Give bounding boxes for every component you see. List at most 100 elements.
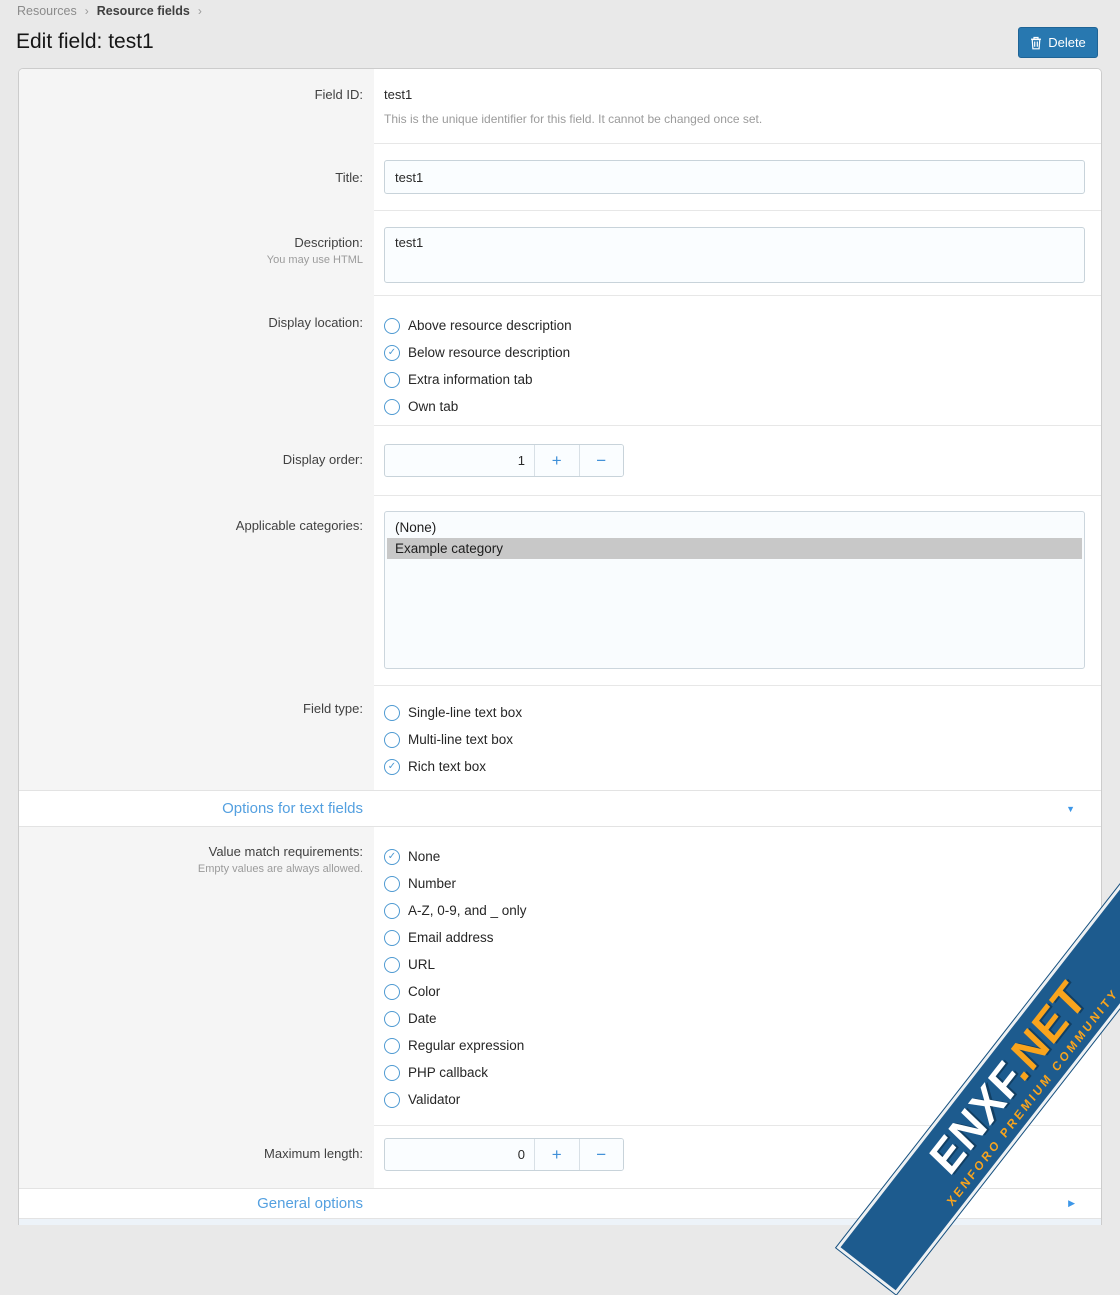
display-location-row: Display location: Above resource descrip… <box>19 296 1101 426</box>
radio-option[interactable]: Own tab <box>384 393 1085 420</box>
radio-label: None <box>408 849 440 864</box>
minus-icon: − <box>596 451 606 470</box>
radio-option[interactable]: Extra information tab <box>384 366 1085 393</box>
maximum-length-decrement-button[interactable]: − <box>579 1139 624 1170</box>
maximum-length-stepper: + − <box>384 1138 624 1171</box>
maximum-length-increment-button[interactable]: + <box>534 1139 579 1170</box>
display-location-label: Display location: <box>19 315 363 330</box>
display-order-stepper: + − <box>384 444 624 477</box>
radio-option[interactable]: Date <box>384 1005 1085 1032</box>
radio-icon <box>384 903 400 919</box>
display-order-label: Display order: <box>19 452 363 467</box>
maximum-length-label-cell: Maximum length: <box>19 1126 374 1188</box>
value-match-options: ✓ None Number A-Z, 0-9, and _ only Email add… <box>384 843 1085 1113</box>
radio-label: Single-line text box <box>408 705 522 720</box>
radio-option[interactable]: ✓Rich text box <box>384 753 1085 780</box>
select-option[interactable]: Example category <box>387 538 1082 559</box>
radio-icon <box>384 1065 400 1081</box>
field-id-hint: This is the unique identifier for this f… <box>384 112 1085 126</box>
description-textarea[interactable]: test1 <box>384 227 1085 283</box>
title-row: Title: <box>19 144 1101 211</box>
display-location-label-cell: Display location: <box>19 296 374 426</box>
radio-label: Color <box>408 984 440 999</box>
radio-label: Date <box>408 1011 437 1026</box>
chevron-down-icon: ▼ <box>1066 804 1075 814</box>
edit-field-form: Field ID: test1 This is the unique ident… <box>18 68 1102 1225</box>
radio-option[interactable]: Above resource description <box>384 312 1085 339</box>
value-match-label-hint: Empty values are always allowed. <box>19 863 363 875</box>
radio-label: Regular expression <box>408 1038 524 1053</box>
radio-option[interactable]: Number <box>384 870 1085 897</box>
field-type-options: Single-line text box Multi-line text box ✓… <box>384 699 1085 780</box>
section-general-options-label: General options <box>19 1195 363 1212</box>
value-match-row: Value match requirements: Empty values a… <box>19 827 1101 1126</box>
chevron-right-icon: ▶ <box>1068 1198 1075 1209</box>
radio-label: URL <box>408 957 435 972</box>
radio-label: A-Z, 0-9, and _ only <box>408 903 527 918</box>
radio-label: Number <box>408 876 456 891</box>
radio-icon <box>384 399 400 415</box>
breadcrumb-resource-fields[interactable]: Resource fields <box>97 4 190 18</box>
radio-label: Email address <box>408 930 494 945</box>
radio-option[interactable]: Color <box>384 978 1085 1005</box>
description-label-cell: Description: You may use HTML <box>19 211 374 296</box>
radio-option[interactable]: URL <box>384 951 1085 978</box>
applicable-categories-label: Applicable categories: <box>19 518 363 533</box>
radio-option[interactable]: ✓ Below resource description <box>384 339 1085 366</box>
section-options-for-text-fields-label: Options for text fields <box>19 800 363 817</box>
value-match-label-cell: Value match requirements: Empty values a… <box>19 827 374 1126</box>
radio-label: PHP callback <box>408 1065 488 1080</box>
radio-selected-icon: ✓ <box>384 345 400 361</box>
trash-icon <box>1030 36 1042 50</box>
field-type-label: Field type: <box>19 701 363 716</box>
description-label: Description: <box>19 235 363 250</box>
breadcrumb: Resources › Resource fields › <box>17 4 202 18</box>
applicable-categories-listbox[interactable]: (None)Example category <box>384 511 1085 669</box>
radio-label: Multi-line text box <box>408 732 513 747</box>
radio-label: Validator <box>408 1092 460 1107</box>
radio-option[interactable]: ✓ None <box>384 843 1085 870</box>
section-general-options[interactable]: General options ▶ <box>19 1188 1101 1219</box>
radio-icon <box>384 957 400 973</box>
radio-option[interactable]: A-Z, 0-9, and _ only <box>384 897 1085 924</box>
radio-label: Extra information tab <box>408 372 533 387</box>
radio-icon <box>384 1092 400 1108</box>
applicable-categories-row: Applicable categories: (None)Example cat… <box>19 496 1101 686</box>
display-order-increment-button[interactable]: + <box>534 445 579 476</box>
field-id-label-cell: Field ID: <box>19 69 374 144</box>
select-option[interactable]: (None) <box>387 517 1082 538</box>
radio-label: Above resource description <box>408 318 572 333</box>
delete-button[interactable]: Delete <box>1018 27 1098 58</box>
field-id-label: Field ID: <box>19 87 363 102</box>
radio-icon <box>384 732 400 748</box>
radio-label: Own tab <box>408 399 458 414</box>
radio-selected-icon: ✓ <box>384 759 400 775</box>
value-match-label: Value match requirements: <box>19 844 363 859</box>
radio-selected-icon: ✓ <box>384 849 400 865</box>
radio-icon <box>384 1038 400 1054</box>
radio-option[interactable]: Multi-line text box <box>384 726 1085 753</box>
radio-option[interactable]: Single-line text box <box>384 699 1085 726</box>
radio-label: Below resource description <box>408 345 570 360</box>
radio-option[interactable]: Email address <box>384 924 1085 951</box>
display-order-label-cell: Display order: <box>19 426 374 496</box>
maximum-length-label: Maximum length: <box>19 1146 363 1161</box>
field-id-value: test1 <box>384 87 1085 102</box>
radio-option[interactable]: PHP callback <box>384 1059 1085 1086</box>
plus-icon: + <box>552 1145 562 1164</box>
radio-icon <box>384 318 400 334</box>
maximum-length-input[interactable] <box>385 1139 534 1170</box>
radio-option[interactable]: Validator <box>384 1086 1085 1113</box>
radio-option[interactable]: Regular expression <box>384 1032 1085 1059</box>
title-input[interactable] <box>384 160 1085 194</box>
minus-icon: − <box>596 1145 606 1164</box>
maximum-length-row: Maximum length: + − <box>19 1126 1101 1188</box>
display-order-decrement-button[interactable]: − <box>579 445 624 476</box>
breadcrumb-resources[interactable]: Resources <box>17 4 77 18</box>
radio-icon <box>384 930 400 946</box>
field-type-row: Field type: Single-line text box Multi-li… <box>19 686 1101 790</box>
section-options-for-text-fields[interactable]: Options for text fields ▼ <box>19 790 1101 827</box>
display-order-input[interactable] <box>385 445 534 476</box>
radio-icon <box>384 984 400 1000</box>
field-type-label-cell: Field type: <box>19 686 374 790</box>
